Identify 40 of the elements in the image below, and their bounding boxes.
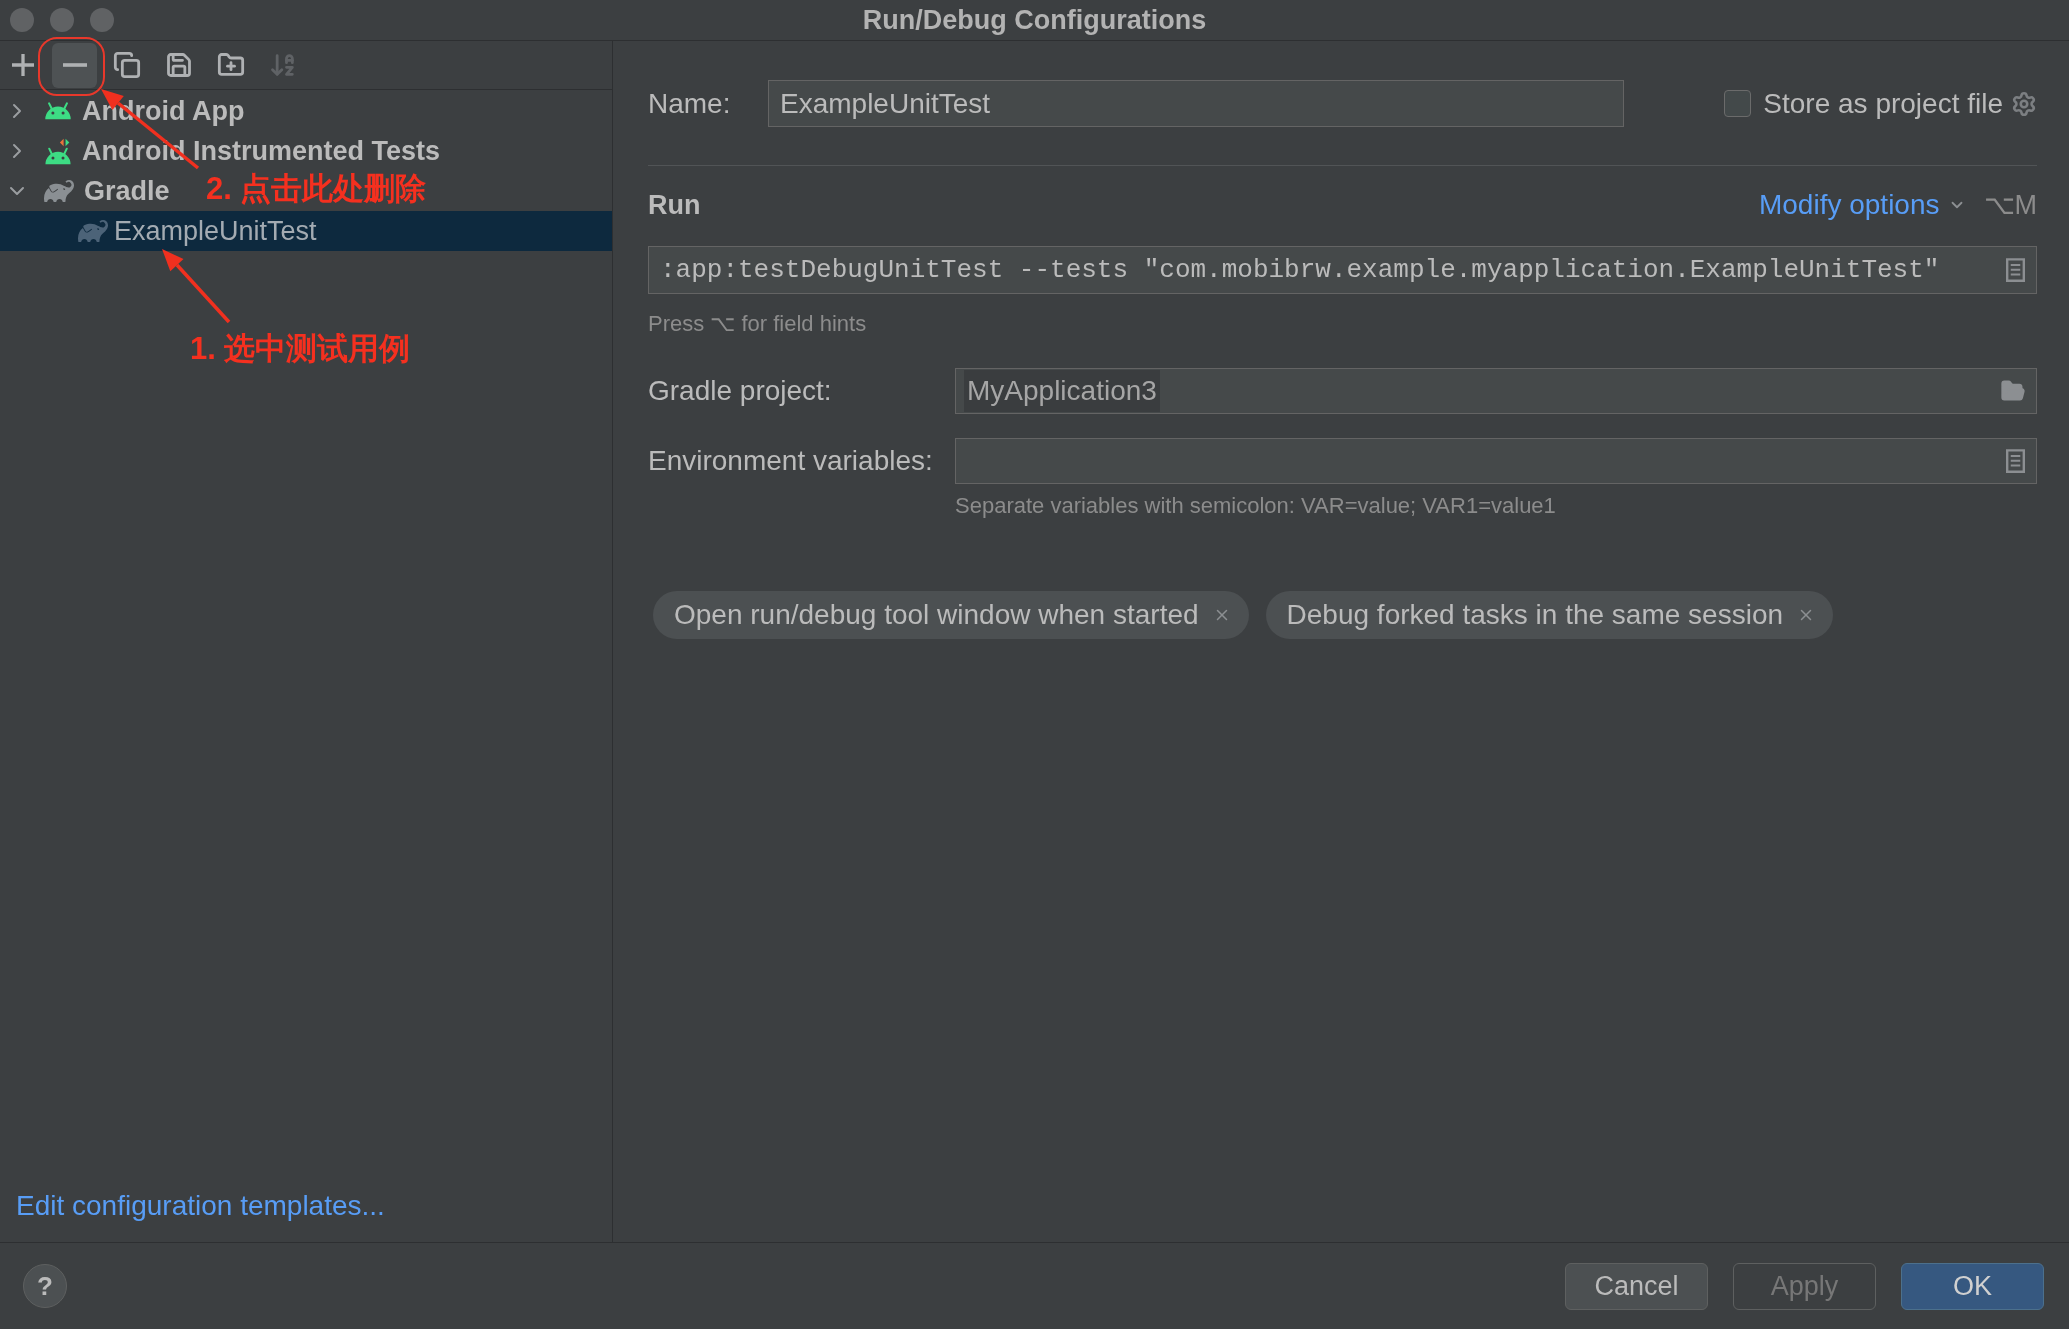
field-hint: Press ⌥ for field hints	[648, 311, 868, 337]
remove-button[interactable]	[52, 42, 97, 88]
field-label: Environment variables:	[648, 444, 934, 478]
dialog-button[interactable]: OK	[1901, 1262, 2044, 1310]
annotation-text: 2. 点击此处删除	[206, 172, 427, 206]
folder-plus-icon	[216, 51, 245, 79]
annotation-text: 1. 选中测试用例	[190, 332, 411, 366]
plus-icon	[11, 54, 34, 76]
sort-alpha-icon	[268, 51, 297, 79]
name-field[interactable]: ExampleUnitTest	[768, 80, 1624, 127]
copy-icon	[112, 51, 141, 79]
tree-item[interactable]: ExampleUnitTest	[0, 211, 612, 251]
minus-icon	[62, 63, 87, 67]
robot-icon	[44, 102, 72, 120]
field-label: Name:	[648, 86, 732, 121]
help-button[interactable]: ?	[23, 1264, 67, 1308]
dialog-button[interactable]: Cancel	[1565, 1262, 1708, 1310]
environment-variables-field[interactable]	[955, 438, 2037, 484]
shortcut-hint: ⌥M	[1983, 188, 2037, 222]
window-title: Run/Debug Configurations	[862, 4, 1207, 37]
option-label: Debug forked tasks in the same session	[1286, 598, 1784, 632]
annotation-ring	[38, 37, 105, 96]
field-hint: Separate variables with semicolon: VAR=value; VAR1=value1	[955, 493, 1557, 519]
field-label: Gradle project:	[648, 374, 833, 408]
tree-item[interactable]: Gradle	[0, 171, 178, 211]
minimize-button[interactable]	[50, 8, 74, 33]
document-icon[interactable]	[2006, 258, 2025, 282]
modify-options-button[interactable]: Modify options	[1758, 184, 1966, 226]
close-button[interactable]	[10, 8, 34, 33]
robot-icon	[44, 137, 72, 165]
option-label: Open run/debug tool window when started	[674, 598, 1199, 632]
checkbox-label: Store as project file	[1763, 86, 2003, 121]
gradle-project-field[interactable]: MyApplication3	[955, 368, 2037, 414]
settings-icon[interactable]	[2011, 90, 2037, 117]
templates-link[interactable]: Edit configuration templates...	[16, 1190, 385, 1221]
checkbox[interactable]	[1724, 90, 1752, 117]
document-icon[interactable]	[2006, 449, 2025, 473]
zoom-button[interactable]	[90, 8, 114, 33]
section-title: Run	[648, 188, 701, 222]
command-field[interactable]: :app:testDebugUnitTest --tests "com.mobibrw.example.myapplication.ExampleUnitTest"	[648, 246, 2037, 294]
